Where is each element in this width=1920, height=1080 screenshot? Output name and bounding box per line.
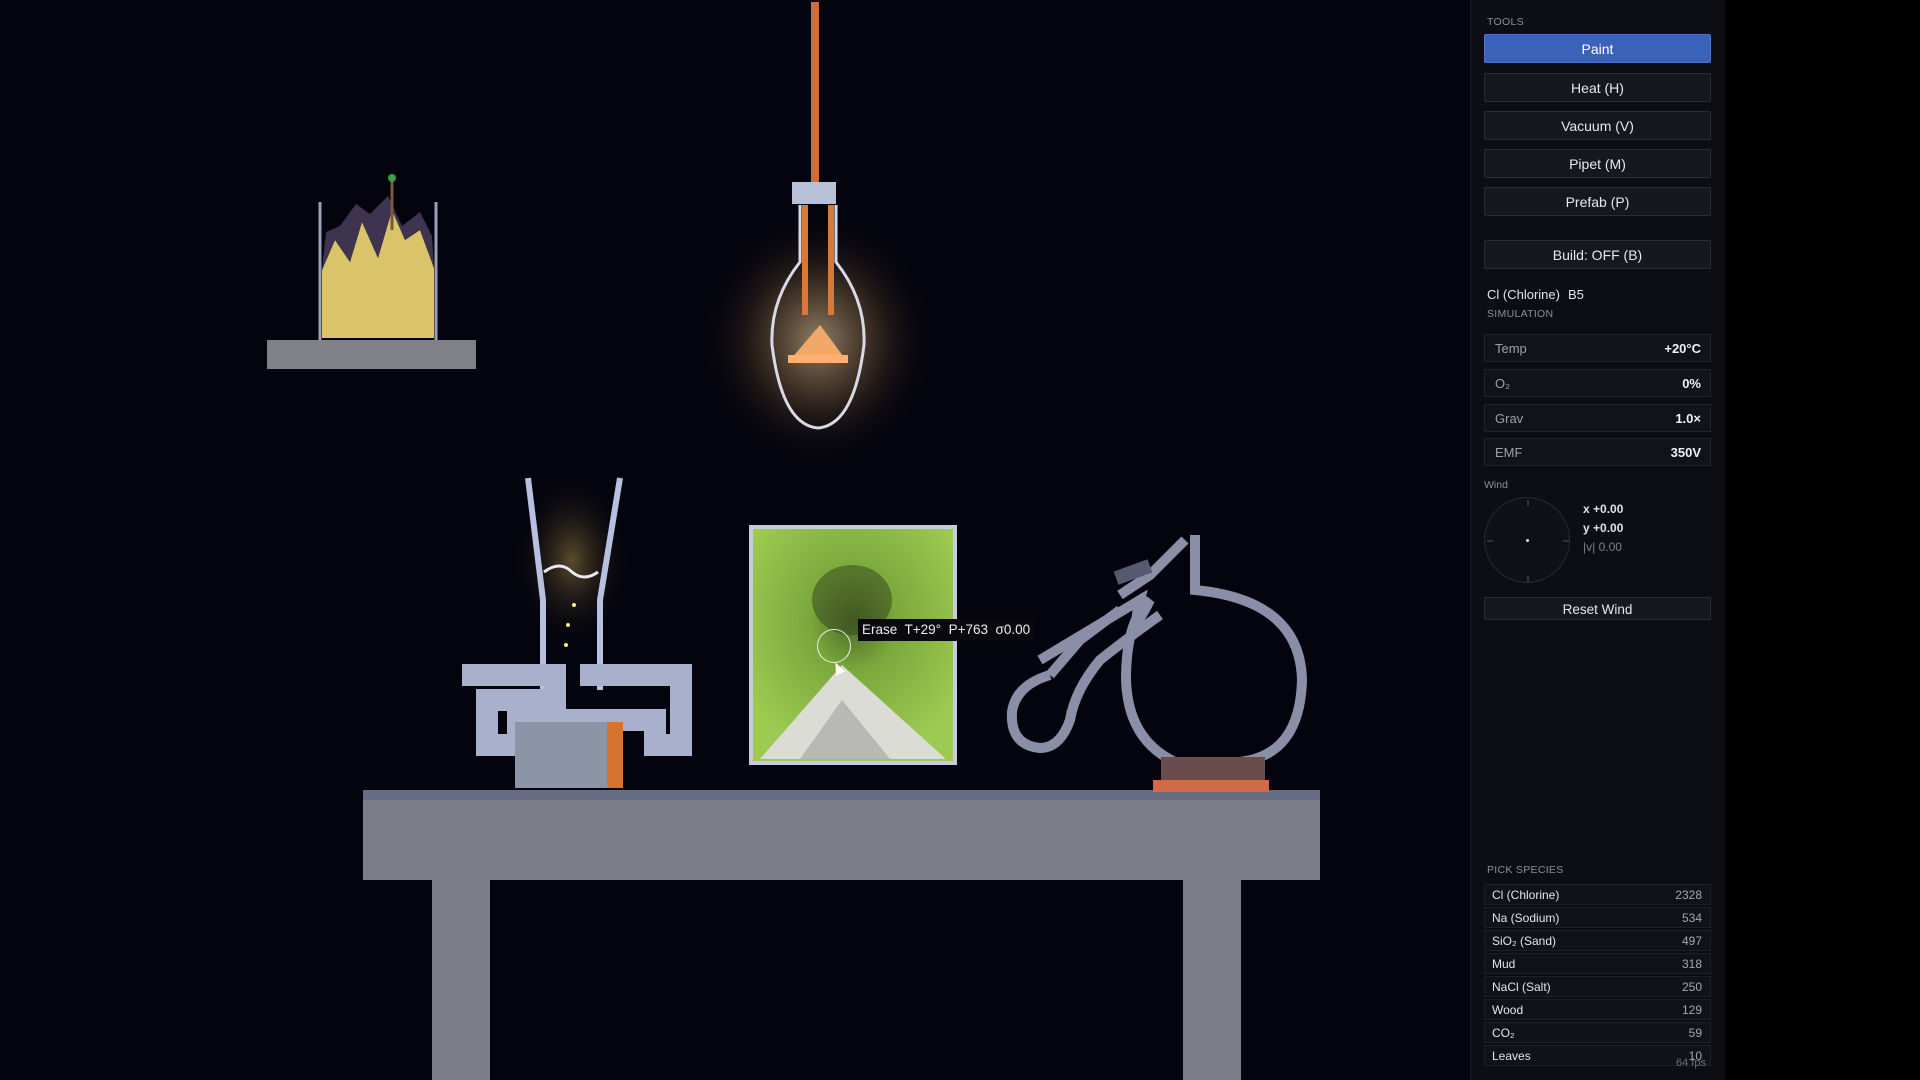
wind-y-readout: y +0.00	[1583, 521, 1624, 535]
param-label: Grav	[1495, 411, 1524, 426]
reset-wind-button[interactable]: Reset Wind	[1484, 597, 1711, 620]
species-name: Cl (Chlorine)	[1492, 888, 1560, 902]
species-item[interactable]: SiO₂ (Sand) 497	[1484, 930, 1711, 951]
species-item[interactable]: CO₂ 59	[1484, 1022, 1711, 1043]
param-value: 350V	[1670, 445, 1701, 460]
species-item[interactable]: NaCl (Salt) 250	[1484, 976, 1711, 997]
plant-pot-shelf	[267, 174, 476, 369]
build-toggle-button[interactable]: Build: OFF (B)	[1484, 240, 1711, 269]
species-name: Na (Sodium)	[1492, 911, 1560, 925]
species-name: NaCl (Salt)	[1492, 980, 1551, 994]
wind-magnitude-readout: |v| 0.00	[1583, 540, 1622, 554]
species-name: CO₂	[1492, 1026, 1515, 1040]
paint-tool-button[interactable]: Paint	[1484, 34, 1711, 63]
species-count: 497	[1681, 934, 1702, 948]
wind-dial[interactable]	[1484, 497, 1570, 583]
vacuum-tool-button[interactable]: Vacuum (V)	[1484, 111, 1711, 140]
species-item[interactable]: Wood 129	[1484, 999, 1711, 1020]
reaction-chamber	[749, 525, 957, 765]
species-item[interactable]: Mud 318	[1484, 953, 1711, 974]
simulation-section-label: SIMULATION	[1487, 308, 1554, 320]
fps-counter: 64 fps	[1676, 1057, 1706, 1069]
species-item[interactable]: Cl (Chlorine) 2328	[1484, 884, 1711, 905]
pipet-tool-button[interactable]: Pipet (M)	[1484, 149, 1711, 178]
param-value: +20°C	[1664, 341, 1701, 356]
simulation-canvas[interactable]: Erase T+29° P+763 σ0.00	[0, 0, 1470, 1080]
gravity-param[interactable]: Grav 1.0×	[1484, 404, 1711, 432]
species-name: Leaves	[1492, 1049, 1531, 1063]
temp-param[interactable]: Temp +20°C	[1484, 334, 1711, 362]
wind-dial-handle[interactable]	[1526, 539, 1529, 542]
retort-flask	[1006, 535, 1308, 792]
tools-section-label: TOOLS	[1487, 16, 1524, 28]
pick-species-label: PICK SPECIES	[1487, 864, 1564, 876]
wind-x-readout: x +0.00	[1583, 502, 1624, 516]
selected-species-name: Cl (Chlorine)	[1487, 287, 1560, 302]
light-bulb	[698, 2, 938, 470]
emf-param[interactable]: EMF 350V	[1484, 438, 1711, 466]
brush-cursor	[817, 629, 851, 663]
selected-species-code: B5	[1567, 287, 1584, 302]
param-value: 0%	[1682, 376, 1701, 391]
param-label: O₂	[1495, 376, 1511, 391]
control-sidebar: TOOLS Paint Heat (H) Vacuum (V) Pipet (M…	[1470, 0, 1726, 1080]
species-name: Mud	[1492, 957, 1516, 971]
cursor-readout: Erase T+29° P+763 σ0.00	[858, 619, 1035, 641]
species-count: 318	[1681, 957, 1702, 971]
species-count: 534	[1681, 911, 1702, 925]
species-count: 129	[1681, 1003, 1702, 1017]
heated-flask	[462, 470, 692, 788]
table	[363, 790, 1320, 1080]
heat-tool-button[interactable]: Heat (H)	[1484, 73, 1711, 102]
wind-label: Wind	[1484, 479, 1508, 491]
param-label: EMF	[1495, 445, 1523, 460]
oxygen-param[interactable]: O₂ 0%	[1484, 369, 1711, 397]
species-count: 2328	[1675, 888, 1702, 902]
prefab-tool-button[interactable]: Prefab (P)	[1484, 187, 1711, 216]
species-name: SiO₂ (Sand)	[1492, 934, 1557, 948]
selected-species: Cl (Chlorine) B5	[1487, 287, 1584, 302]
scene-drawing	[267, 2, 1320, 1080]
species-name: Wood	[1492, 1003, 1524, 1017]
species-item[interactable]: Na (Sodium) 534	[1484, 907, 1711, 928]
param-value: 1.0×	[1675, 411, 1701, 426]
species-count: 59	[1688, 1026, 1702, 1040]
letterbox-right	[1725, 0, 1920, 1080]
species-count: 250	[1681, 980, 1702, 994]
param-label: Temp	[1495, 341, 1527, 356]
